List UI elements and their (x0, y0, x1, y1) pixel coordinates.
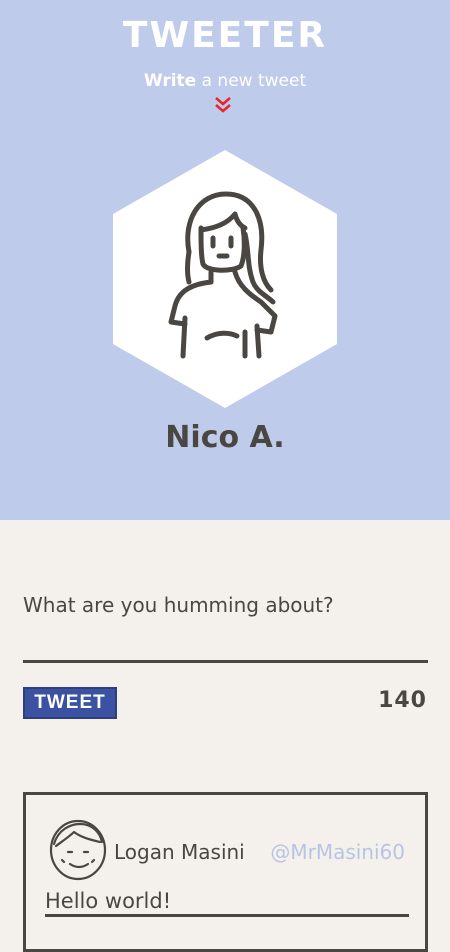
tweet-button[interactable]: TWEET (23, 687, 117, 719)
double-chevron-down-icon[interactable] (213, 96, 233, 114)
subtitle: Write a new tweet (0, 69, 450, 93)
char-counter: 140 (378, 688, 427, 713)
man-avatar-icon (49, 819, 107, 881)
tweet-handle[interactable]: @MrMasini60 (270, 839, 405, 865)
tweet-text: Hello world! (45, 889, 172, 913)
tweet-author[interactable]: Logan Masini (114, 839, 245, 865)
subtitle-bold: Write (143, 71, 197, 91)
subtitle-text: a new tweet (196, 71, 307, 91)
profile-name: Nico A. (165, 420, 285, 455)
tweet-input[interactable]: What are you humming about? (23, 591, 334, 619)
woman-avatar-icon (168, 191, 278, 359)
profile-header: TWEETER Write a new tweet Nico A. (0, 0, 450, 520)
tweet-card: Logan Masini @MrMasini60 Hello world! (23, 792, 428, 952)
app-title: TWEETER (122, 15, 328, 56)
input-underline (23, 660, 428, 663)
